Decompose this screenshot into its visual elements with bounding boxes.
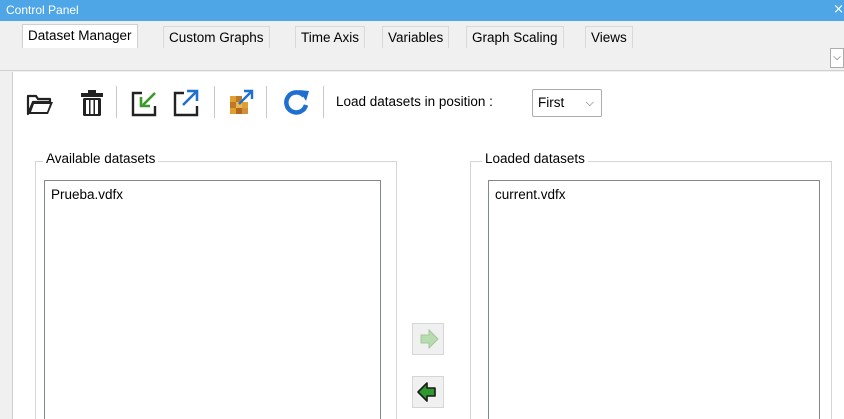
export-button[interactable] — [170, 84, 202, 120]
chevron-down-icon: ⌵ — [833, 52, 841, 63]
delete-button[interactable] — [76, 84, 108, 120]
tab-dataset-manager[interactable]: Dataset Manager — [22, 24, 138, 48]
toolbar-separator — [266, 86, 267, 118]
toolbar-separator — [116, 86, 117, 118]
arrow-left-icon — [417, 382, 436, 402]
list-item[interactable]: current.vdfx — [495, 187, 566, 202]
tab-time-axis[interactable]: Time Axis — [295, 26, 366, 48]
list-item[interactable]: Prueba.vdfx — [51, 187, 123, 202]
load-position-select[interactable]: First ⌵ — [532, 89, 602, 117]
tab-scroll-button[interactable]: ⌵ — [830, 48, 844, 68]
import-button[interactable] — [128, 84, 160, 120]
open-button[interactable] — [24, 84, 56, 120]
available-datasets-list[interactable]: Prueba.vdfx — [44, 180, 381, 419]
refresh-button[interactable] — [280, 84, 312, 120]
toolbar-separator — [214, 86, 215, 118]
load-position-label: Load datasets in position : — [336, 94, 493, 109]
merge-datasets-icon — [230, 89, 254, 114]
close-icon[interactable]: × — [833, 2, 844, 17]
refresh-icon — [284, 90, 309, 115]
toolbar-separator — [323, 86, 324, 118]
tab-graph-scaling[interactable]: Graph Scaling — [466, 26, 564, 48]
load-position-value: First — [538, 95, 565, 110]
loaded-datasets-label: Loaded datasets — [482, 151, 588, 166]
export-icon — [173, 89, 199, 117]
tab-variables[interactable]: Variables — [382, 26, 450, 48]
import-icon — [131, 91, 157, 117]
chevron-down-icon: ⌵ — [585, 97, 594, 109]
tab-custom-graphs[interactable]: Custom Graphs — [163, 26, 270, 48]
trash-icon — [81, 90, 103, 116]
merge-button[interactable] — [225, 84, 257, 120]
window-title: Control Panel — [6, 3, 79, 17]
loaded-datasets-list[interactable]: current.vdfx — [488, 180, 820, 419]
load-dataset-button[interactable] — [412, 323, 444, 355]
arrow-right-icon — [420, 328, 439, 350]
title-bar: Control Panel × — [0, 0, 844, 21]
tab-strip-border — [0, 70, 844, 71]
available-datasets-label: Available datasets — [43, 151, 159, 166]
unload-dataset-button[interactable] — [412, 376, 444, 408]
tab-views[interactable]: Views — [585, 26, 633, 48]
open-folder-icon — [26, 94, 53, 116]
